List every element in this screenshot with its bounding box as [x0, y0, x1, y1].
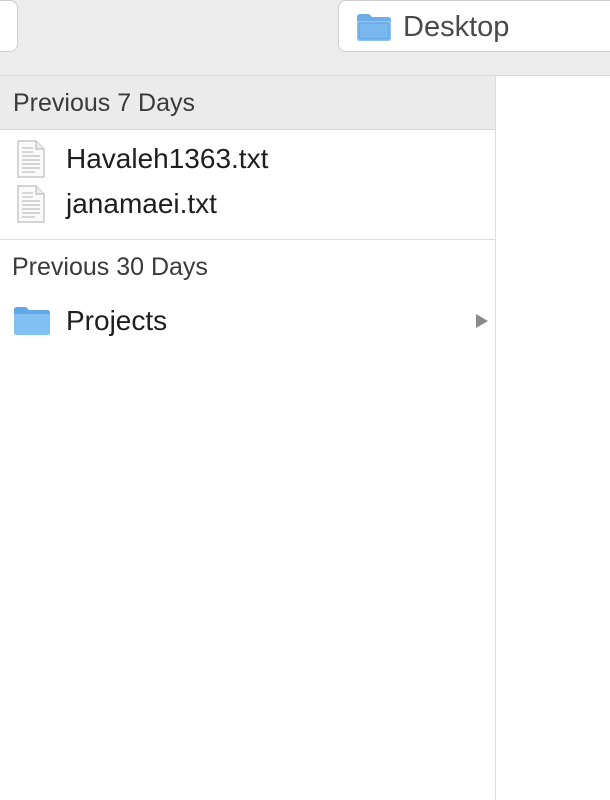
folder-name: Projects	[66, 305, 168, 336]
file-item-janamaei[interactable]: janamaei.txt	[0, 182, 495, 226]
folder-icon	[13, 306, 51, 341]
file-name: Havaleh1363.txt	[66, 143, 269, 174]
folder-icon	[355, 12, 393, 47]
file-item-havaleh1363[interactable]: Havaleh1363.txt	[0, 137, 495, 181]
text-document-icon	[15, 184, 47, 229]
file-browser-column[interactable]: Previous 7 Days Havaleh1363.txt janamaei…	[0, 76, 496, 800]
toolbar: Desktop	[0, 0, 610, 76]
disclosure-triangle-icon[interactable]	[474, 312, 490, 335]
back-button[interactable]	[0, 0, 18, 52]
section-header-previous-7-days: Previous 7 Days	[0, 76, 495, 130]
location-label: Desktop	[403, 11, 510, 43]
location-popup-button[interactable]: Desktop	[338, 0, 610, 52]
section-header-label: Previous 7 Days	[13, 89, 196, 117]
text-document-icon	[15, 139, 47, 184]
file-name: janamaei.txt	[66, 188, 217, 219]
preview-column	[497, 76, 610, 800]
section-divider	[0, 239, 495, 240]
section-header-previous-30-days: Previous 30 Days	[12, 253, 208, 281]
folder-item-projects[interactable]: Projects	[0, 298, 495, 344]
